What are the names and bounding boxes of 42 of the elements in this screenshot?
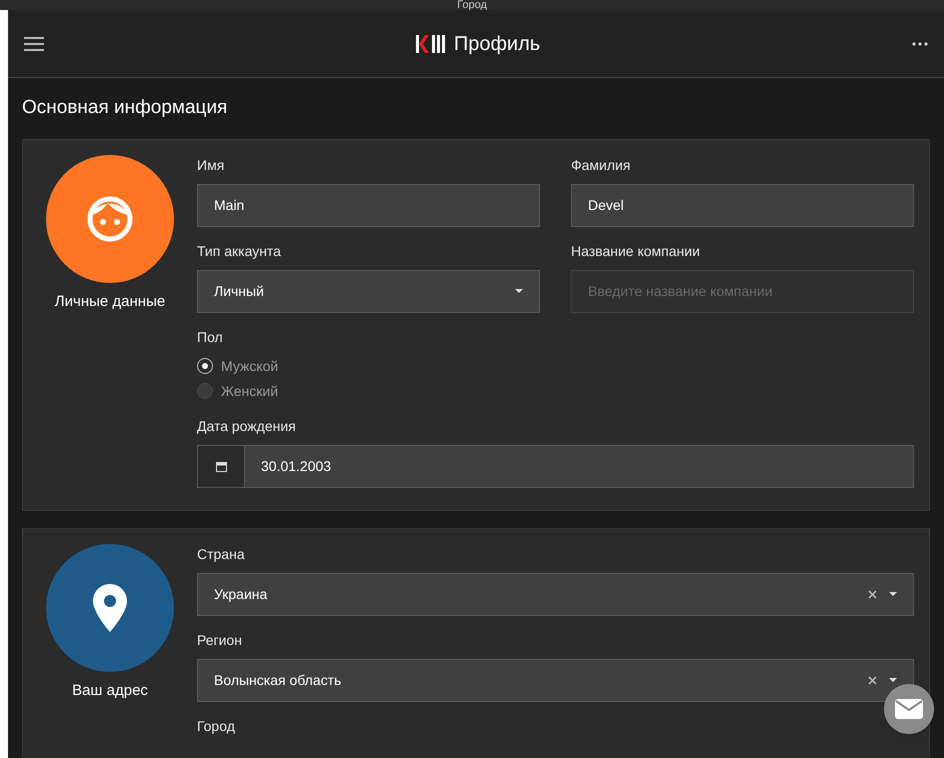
date-value: 30.01.2003 bbox=[260, 456, 332, 476]
select-field[interactable]: Украина bbox=[197, 572, 914, 616]
field-label: Фамилия bbox=[571, 156, 630, 174]
envelope-icon bbox=[895, 699, 923, 719]
more-icon[interactable] bbox=[912, 42, 928, 46]
card-label: Личные данные bbox=[54, 292, 166, 312]
calendar-icon bbox=[216, 460, 226, 472]
radio-button[interactable] bbox=[197, 358, 213, 374]
clear-icon[interactable] bbox=[868, 590, 877, 598]
text-field[interactable]: Введите название компании bbox=[571, 270, 914, 312]
caret-icon[interactable] bbox=[889, 678, 897, 682]
text-field[interactable]: Devel bbox=[571, 184, 914, 226]
page-title: Профиль bbox=[454, 32, 540, 56]
clear-icon[interactable] bbox=[868, 676, 877, 684]
date-field[interactable]: 30.01.2003 bbox=[197, 444, 914, 488]
select-value: Украина bbox=[214, 584, 268, 604]
field-label: Регион bbox=[197, 630, 242, 650]
card-label: Ваш адрес bbox=[72, 680, 148, 700]
radio-label: Женский bbox=[221, 382, 278, 400]
section-title: Основная информация bbox=[22, 96, 228, 120]
face-icon bbox=[86, 194, 134, 242]
field-label: Имя bbox=[197, 156, 224, 174]
field-label: Название компании bbox=[571, 242, 700, 260]
logo-icon bbox=[416, 34, 446, 52]
field-label: Страна bbox=[197, 544, 245, 564]
menu-icon[interactable] bbox=[24, 36, 44, 50]
radio-label: Мужской bbox=[221, 356, 278, 376]
radio-button[interactable] bbox=[197, 383, 213, 399]
select-field[interactable]: Волынская область bbox=[197, 658, 914, 702]
select-value: Волынская область bbox=[214, 670, 342, 690]
field-label: Пол bbox=[197, 328, 223, 346]
text-field[interactable]: Main bbox=[197, 184, 540, 226]
background-label: Город bbox=[457, 0, 487, 10]
caret-icon[interactable] bbox=[889, 592, 897, 596]
select-value: Личный bbox=[214, 282, 265, 300]
field-label: Город bbox=[197, 716, 235, 736]
calendar-button[interactable] bbox=[198, 446, 245, 486]
location-pin-icon bbox=[93, 584, 127, 632]
select-field[interactable]: Личный bbox=[197, 270, 540, 312]
caret-icon[interactable] bbox=[515, 289, 523, 293]
field-label: Дата рождения bbox=[197, 416, 296, 436]
field-label: Тип аккаунта bbox=[197, 242, 281, 261]
